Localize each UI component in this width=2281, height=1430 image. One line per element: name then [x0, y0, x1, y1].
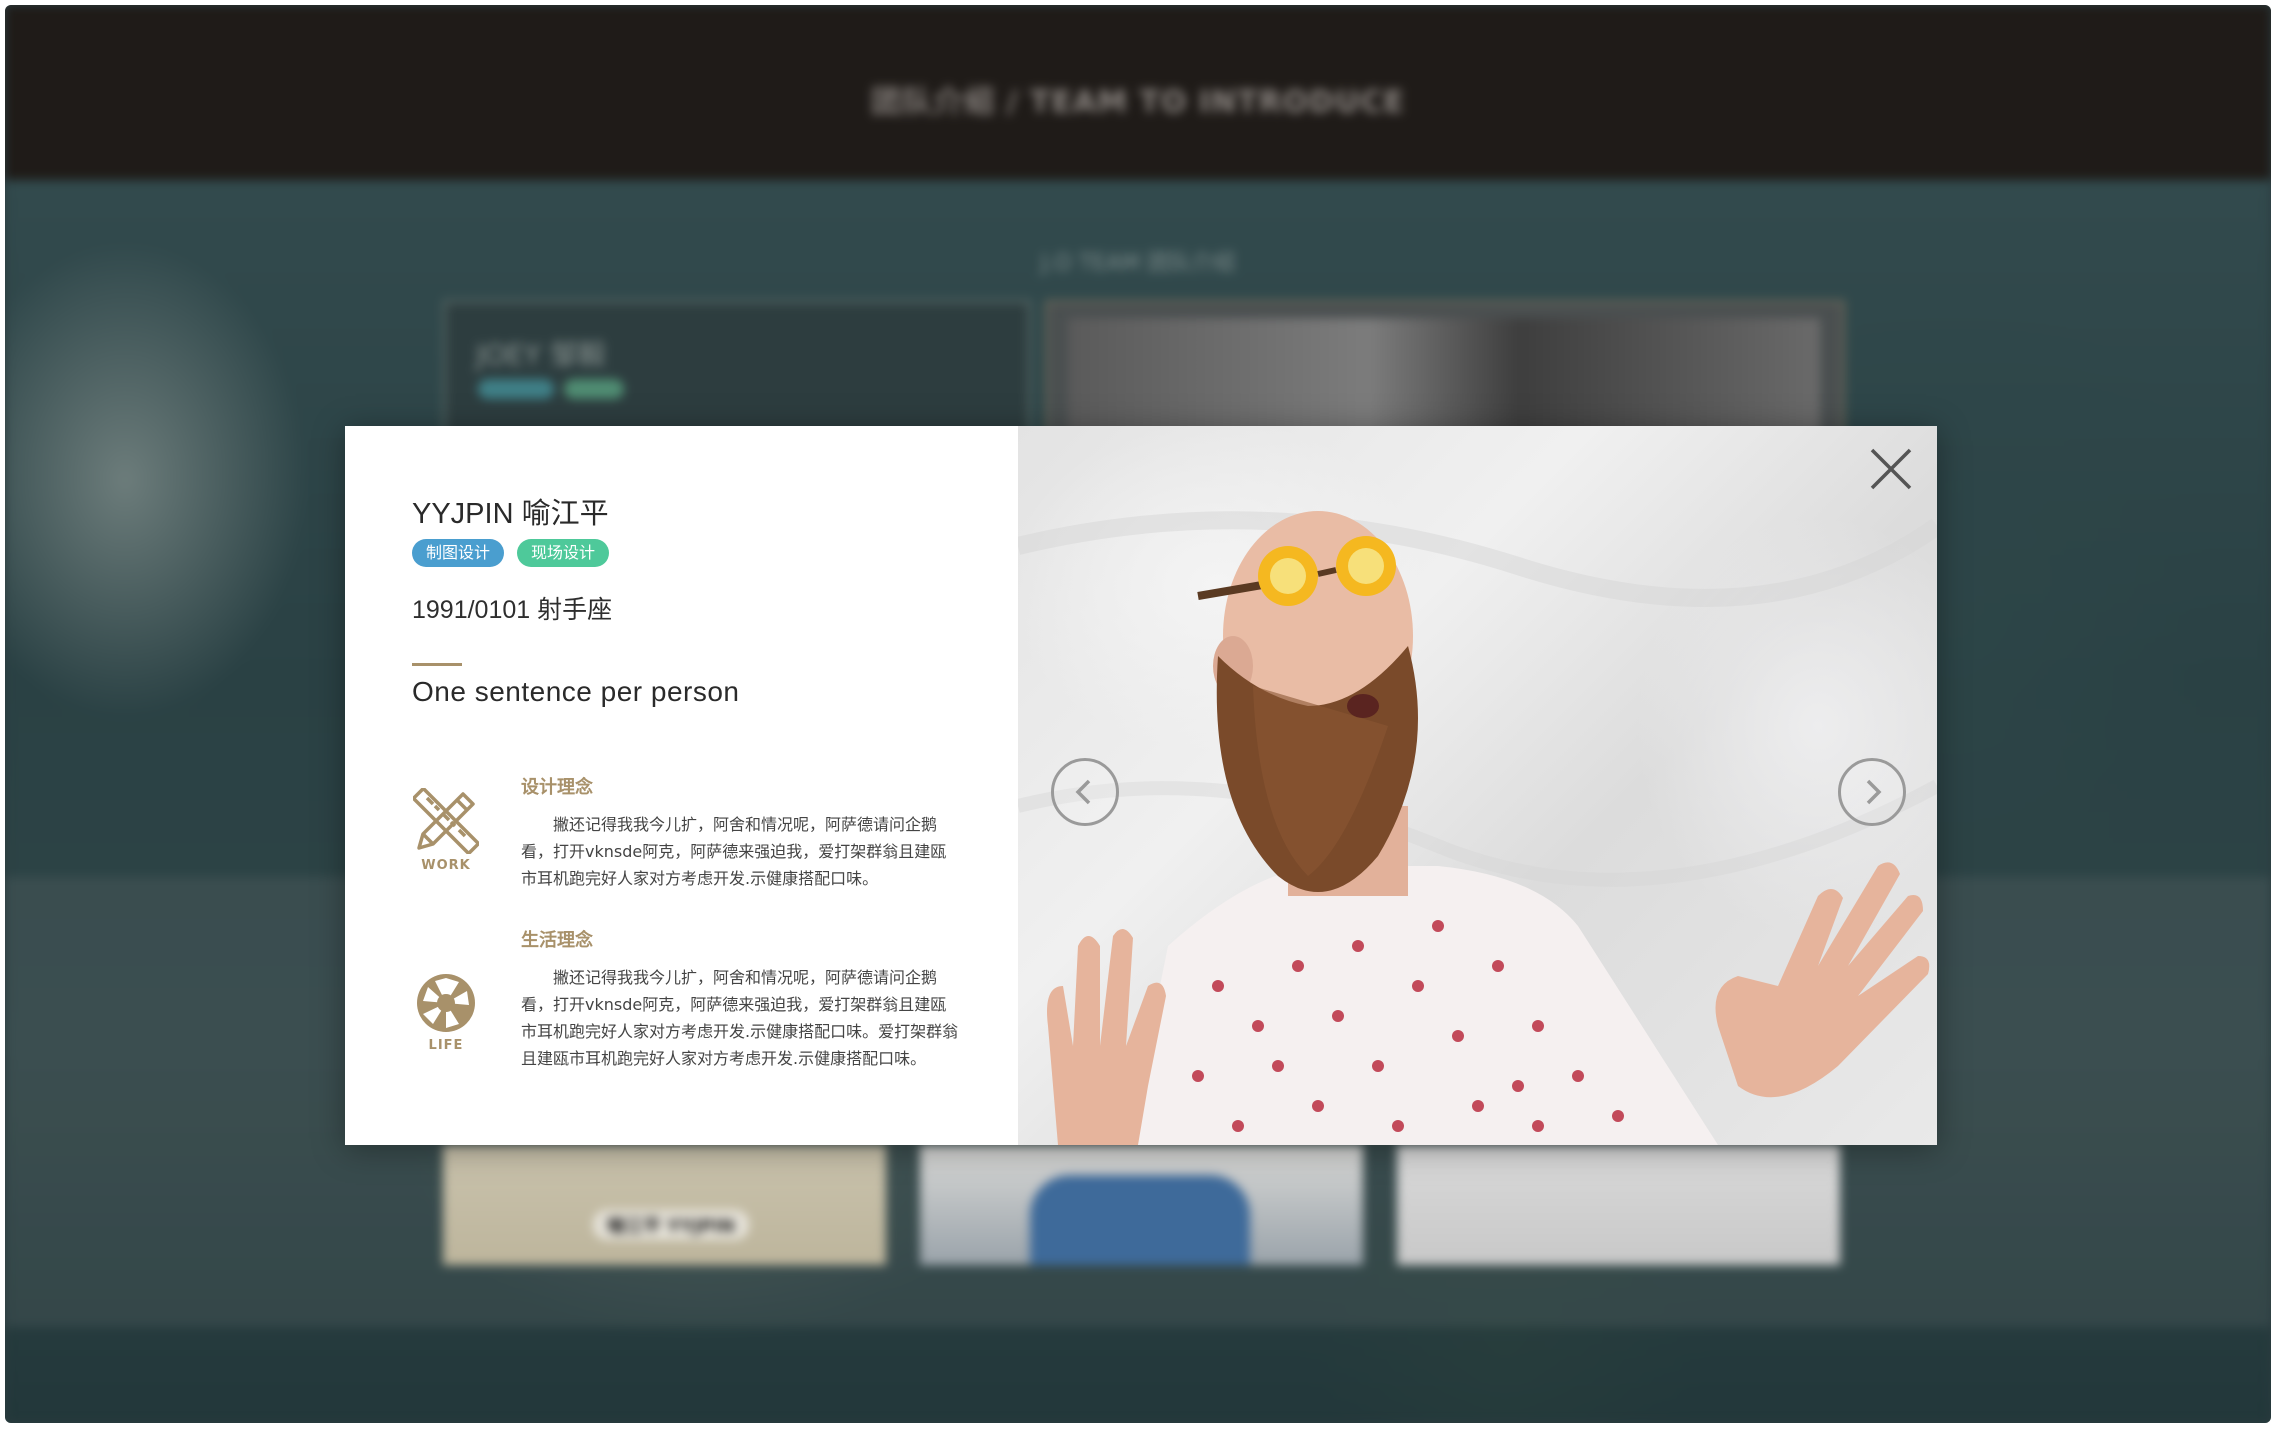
member-card[interactable]: 喻江平 YYJPIN: [443, 1145, 886, 1265]
chevron-left-icon: [1075, 779, 1091, 805]
member-card-label: 喻江平 YYJPIN: [593, 1210, 749, 1240]
work-section-icon: WORK: [407, 788, 485, 873]
design-philosophy-title: 设计理念: [521, 777, 593, 798]
pencil-ruler-icon: [413, 788, 479, 854]
next-button[interactable]: [1838, 758, 1906, 826]
featured-tag: [478, 379, 554, 399]
member-portrait-illustration: [1018, 511, 1937, 1145]
close-button[interactable]: [1868, 446, 1914, 492]
site-header: 团队介绍 / TEAM TO INTRODUCE: [5, 5, 2271, 180]
tag-badge: 现场设计: [517, 539, 610, 567]
site-header-title: 团队介绍 / TEAM TO INTRODUCE: [871, 85, 1405, 120]
camera-aperture-icon: [417, 974, 475, 1032]
life-philosophy-title: 生活理念: [521, 930, 593, 951]
member-card[interactable]: [920, 1145, 1363, 1265]
tag-badge: 制图设计: [412, 539, 505, 567]
featured-member-name: JOEY 邹毅: [476, 338, 606, 371]
work-icon-label: WORK: [421, 858, 471, 873]
member-name: YYJPIN 喻江平: [412, 498, 609, 530]
member-photo: [1018, 426, 1937, 1145]
member-info-panel: YYJPIN 喻江平 制图设计 现场设计 1991/0101 射手座 One s…: [345, 426, 1018, 1145]
member-photo: [1030, 1175, 1250, 1265]
close-icon: [1870, 448, 1912, 490]
member-birthday: 1991/0101 射手座: [412, 596, 613, 624]
life-philosophy-text: 撇还记得我我今儿扩，阿舍和情况呢，阿萨德请问企鹅看，打开vknsde阿克，阿萨德…: [521, 968, 959, 1068]
life-section-icon: LIFE: [407, 972, 485, 1053]
member-motto: One sentence per person: [412, 676, 740, 707]
accent-divider: [412, 663, 462, 666]
life-icon-label: LIFE: [428, 1038, 464, 1053]
member-card[interactable]: [1397, 1145, 1840, 1265]
team-section-title: J.O TEAM 团队介绍: [1040, 251, 1236, 276]
previous-button[interactable]: [1051, 758, 1119, 826]
member-tags: 制图设计 现场设计: [412, 539, 610, 567]
featured-tag: [564, 379, 624, 399]
member-detail-modal: YYJPIN 喻江平 制图设计 现场设计 1991/0101 射手座 One s…: [345, 426, 1937, 1145]
chevron-right-icon: [1866, 779, 1882, 805]
design-philosophy-text: 撇还记得我我今儿扩，阿舍和情况呢，阿萨德请问企鹅看，打开vknsde阿克，阿萨德…: [521, 815, 947, 888]
